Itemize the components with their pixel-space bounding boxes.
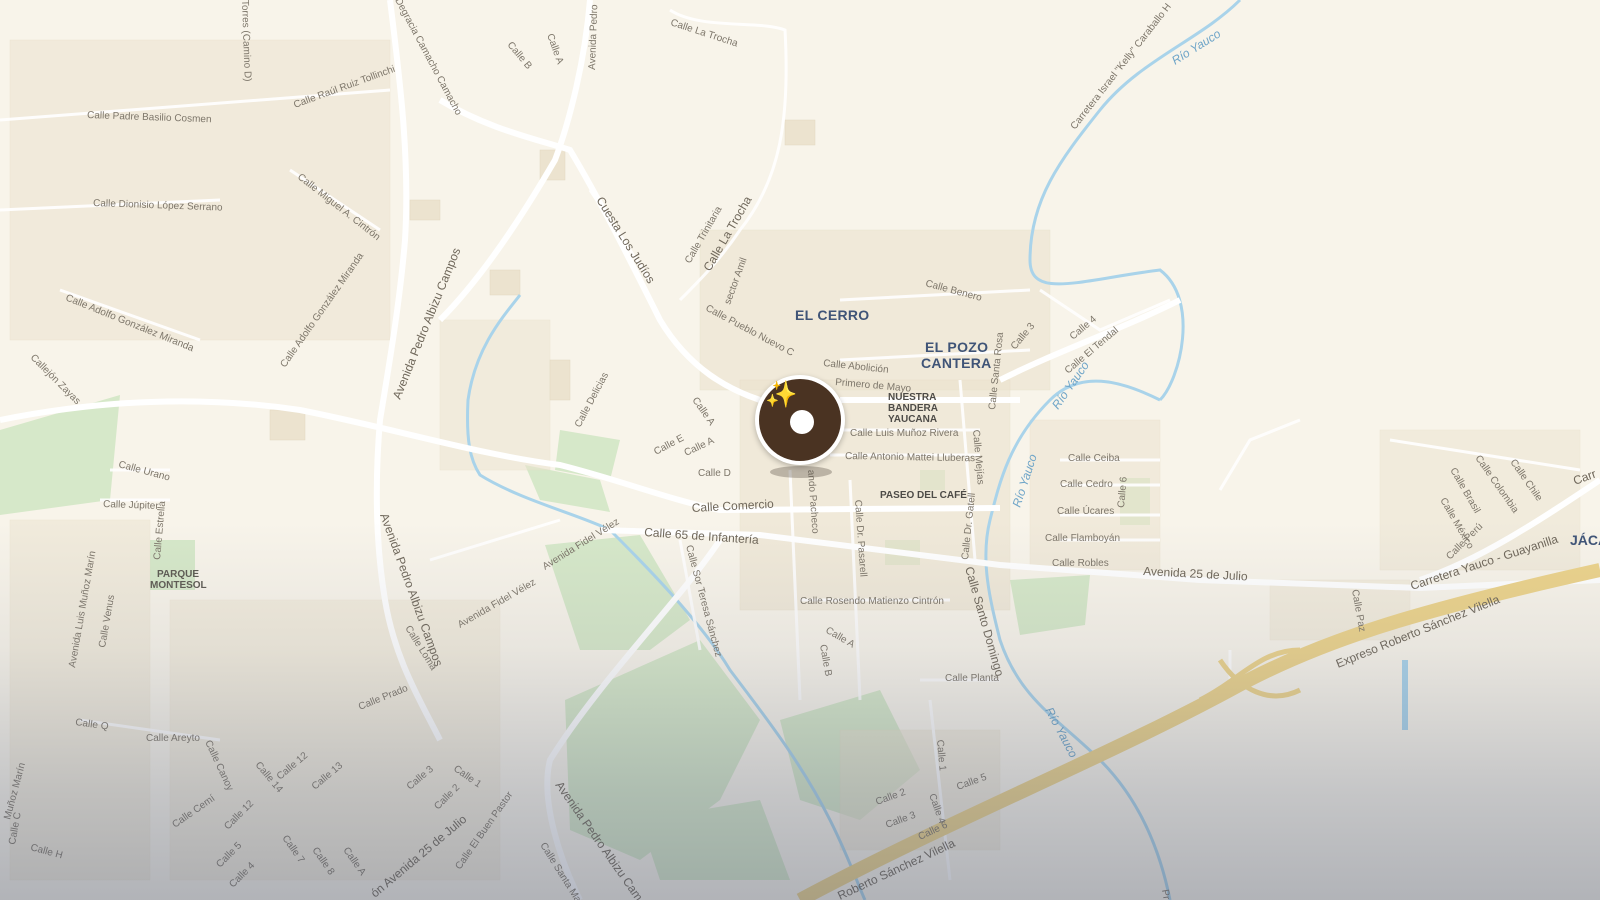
map-pin-shadow — [770, 466, 832, 478]
town-label-jaca: JÁCA — [1570, 532, 1600, 548]
neighborhood-label-cantera: CANTERA — [921, 355, 992, 371]
street-label: Pr — [1159, 889, 1172, 900]
street-label: Calle Cedro — [1060, 479, 1113, 490]
park-label-parque: PARQUE — [157, 569, 199, 580]
street-label: Calle Areyto — [146, 733, 200, 744]
street-label: Calle Ceiba — [1068, 453, 1120, 464]
street-label: Calle Antonio Mattei Lluberas — [845, 451, 975, 464]
poi-label-nuestra: NUESTRA — [888, 392, 936, 403]
park-label-montesol: MONTESOL — [150, 580, 207, 591]
neighborhood-label-el-cerro: EL CERRO — [795, 307, 870, 323]
map-pin[interactable]: ✨ — [755, 375, 845, 465]
poi-label-yaucana: YAUCANA — [888, 414, 937, 425]
street-label: Calle Robles — [1052, 558, 1109, 569]
street-label: Calle Planta — [945, 673, 999, 684]
pin-center-dot — [790, 410, 814, 434]
street-label: Calle D — [698, 468, 731, 479]
neighborhood-label-el-pozo: EL POZO — [925, 339, 988, 355]
poi-label-paseo-del-cafe: PASEO DEL CAFÉ — [880, 488, 967, 501]
sparkles-icon: ✨ — [765, 379, 798, 409]
street-label: Calle Júpiter — [103, 499, 160, 512]
street-label: Calle Úcares — [1057, 504, 1114, 517]
map-view[interactable]: EL CERRO EL POZO CANTERA JÁCA NUESTRA BA… — [0, 0, 1600, 900]
street-label: Calle Rosendo Matienzo Cintrón — [800, 596, 944, 607]
street-label: Calle Luis Muñoz Rivera — [850, 428, 959, 439]
street-label: Calle Flamboyán — [1045, 533, 1120, 544]
poi-label-bandera: BANDERA — [888, 403, 938, 414]
street-label: Avenida Pedro — [587, 4, 600, 70]
